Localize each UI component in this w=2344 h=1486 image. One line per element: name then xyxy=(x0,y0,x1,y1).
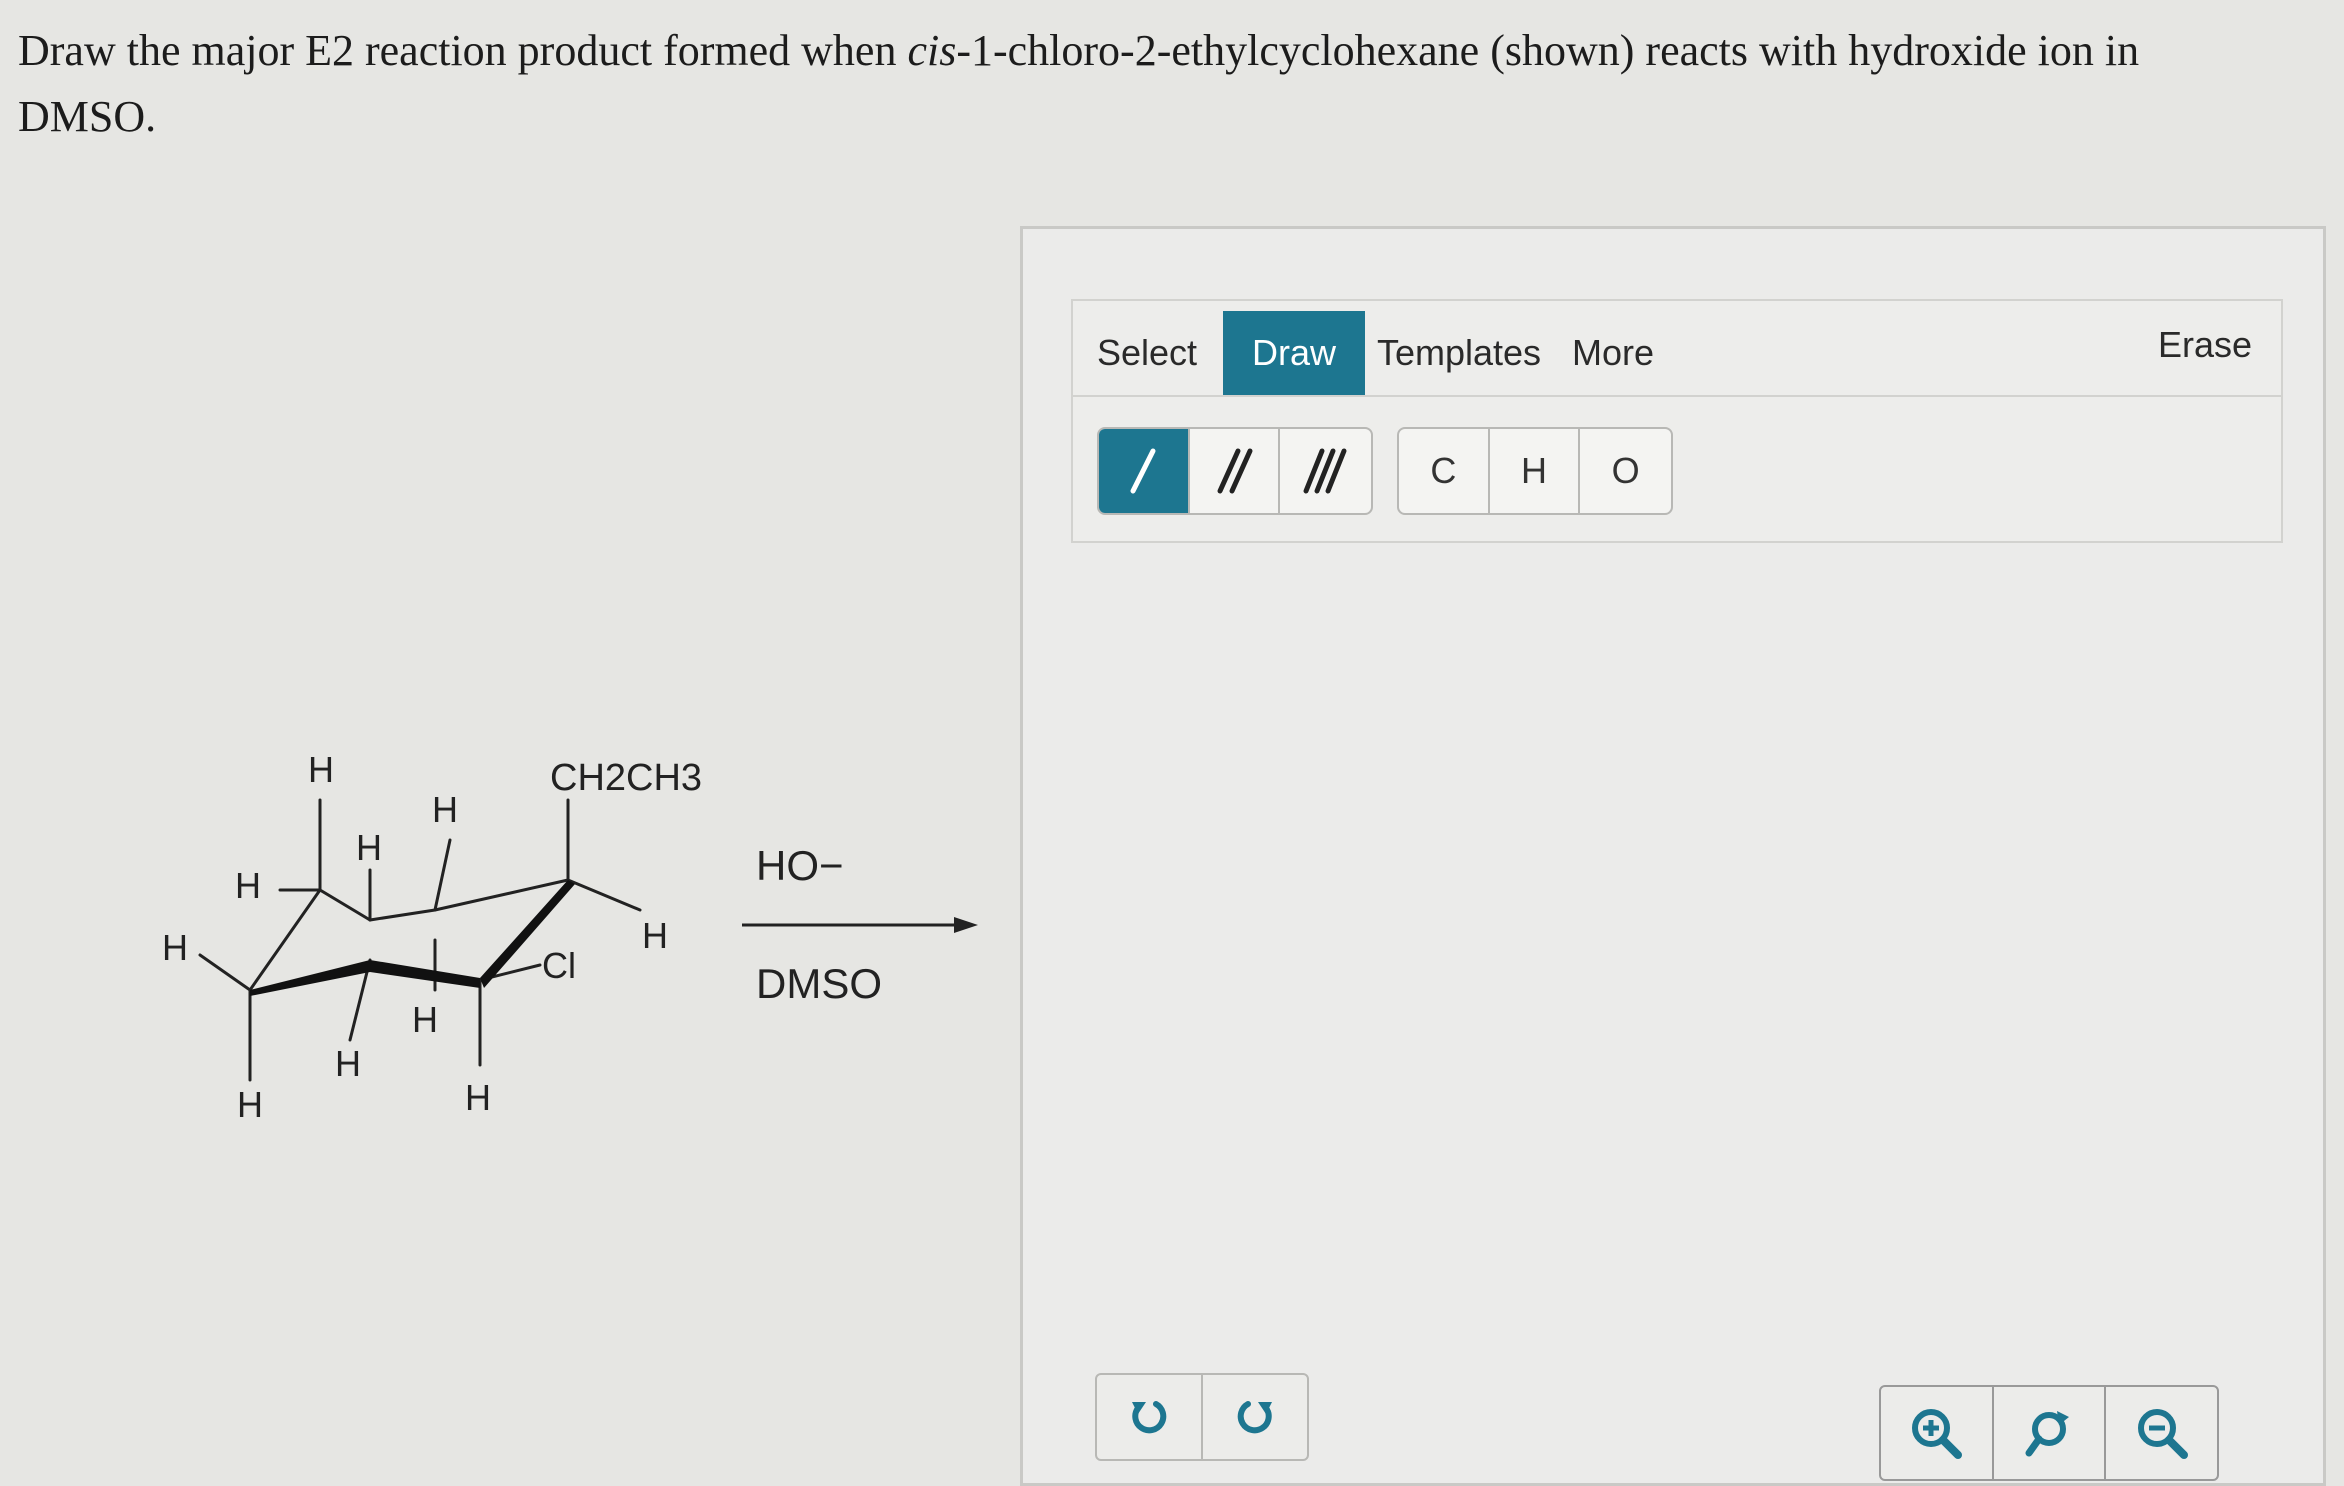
tab-templates[interactable]: Templates xyxy=(1375,311,1543,395)
double-bond-icon xyxy=(1217,448,1253,494)
undo-button[interactable] xyxy=(1097,1375,1203,1459)
erase-button[interactable]: Erase xyxy=(2151,303,2259,387)
reaction-arrow-icon xyxy=(742,917,978,933)
atom-tools: C H O xyxy=(1397,427,1673,515)
tab-more[interactable]: More xyxy=(1561,311,1665,395)
tab-select[interactable]: Select xyxy=(1085,311,1209,395)
zoom-controls xyxy=(1879,1385,2219,1481)
triple-bond-icon xyxy=(1303,448,1347,494)
chair-cyclohexane-structure: H H H H H H H H H H CH2CH3 Cl xyxy=(162,749,702,1125)
hydrogen-label: H xyxy=(412,999,438,1040)
atom-oxygen-button[interactable]: O xyxy=(1580,429,1671,513)
zoom-in-button[interactable] xyxy=(1881,1387,1994,1479)
redo-button[interactable] xyxy=(1203,1375,1307,1459)
question-part-1: Draw the major E2 reaction product forme… xyxy=(18,26,908,75)
atom-hydrogen-button[interactable]: H xyxy=(1490,429,1581,513)
double-bond-button[interactable] xyxy=(1190,429,1281,513)
hydrogen-label: H xyxy=(432,789,458,830)
front-bond-middle xyxy=(370,960,480,988)
reagent-label: HO− xyxy=(756,842,844,889)
hydrogen-label: H xyxy=(465,1077,491,1118)
structure-editor-panel: Select Draw Templates More Erase C H O xyxy=(1020,226,2326,1486)
question-stereo-prefix: cis xyxy=(907,26,957,75)
undo-icon xyxy=(1132,1401,1167,1434)
editor-toolbar: Select Draw Templates More Erase C H O xyxy=(1071,299,2283,543)
hydrogen-label: H xyxy=(335,1043,361,1084)
hydrogen-label: H xyxy=(235,865,261,906)
editor-tab-row: Select Draw Templates More Erase xyxy=(1073,301,2281,397)
zoom-in-icon xyxy=(1912,1409,1963,1459)
hydrogen-label: H xyxy=(308,749,334,790)
solvent-label: DMSO xyxy=(756,960,882,1007)
zoom-out-icon xyxy=(2137,1409,2188,1459)
hydrogen-label: H xyxy=(162,927,188,968)
tab-draw[interactable]: Draw xyxy=(1223,311,1365,395)
single-bond-icon xyxy=(1130,448,1156,494)
hydrogen-label: H xyxy=(642,915,668,956)
hydrogen-label: H xyxy=(237,1084,263,1125)
redo-icon xyxy=(1237,1401,1272,1434)
reset-view-button[interactable] xyxy=(1994,1387,2107,1479)
ethyl-label: CH2CH3 xyxy=(550,757,702,799)
chloro-label: Cl xyxy=(542,945,576,986)
atom-carbon-button[interactable]: C xyxy=(1399,429,1490,513)
hydrogen-label: H xyxy=(356,827,382,868)
reaction-conditions: HO− DMSO xyxy=(740,830,980,1030)
bond-tools xyxy=(1097,427,1373,515)
history-controls xyxy=(1095,1373,1309,1461)
single-bond-button[interactable] xyxy=(1099,429,1190,513)
reset-view-icon xyxy=(2025,1411,2069,1457)
triple-bond-button[interactable] xyxy=(1280,429,1371,513)
zoom-out-button[interactable] xyxy=(2106,1387,2217,1479)
question-text: Draw the major E2 reaction product forme… xyxy=(18,18,2258,150)
